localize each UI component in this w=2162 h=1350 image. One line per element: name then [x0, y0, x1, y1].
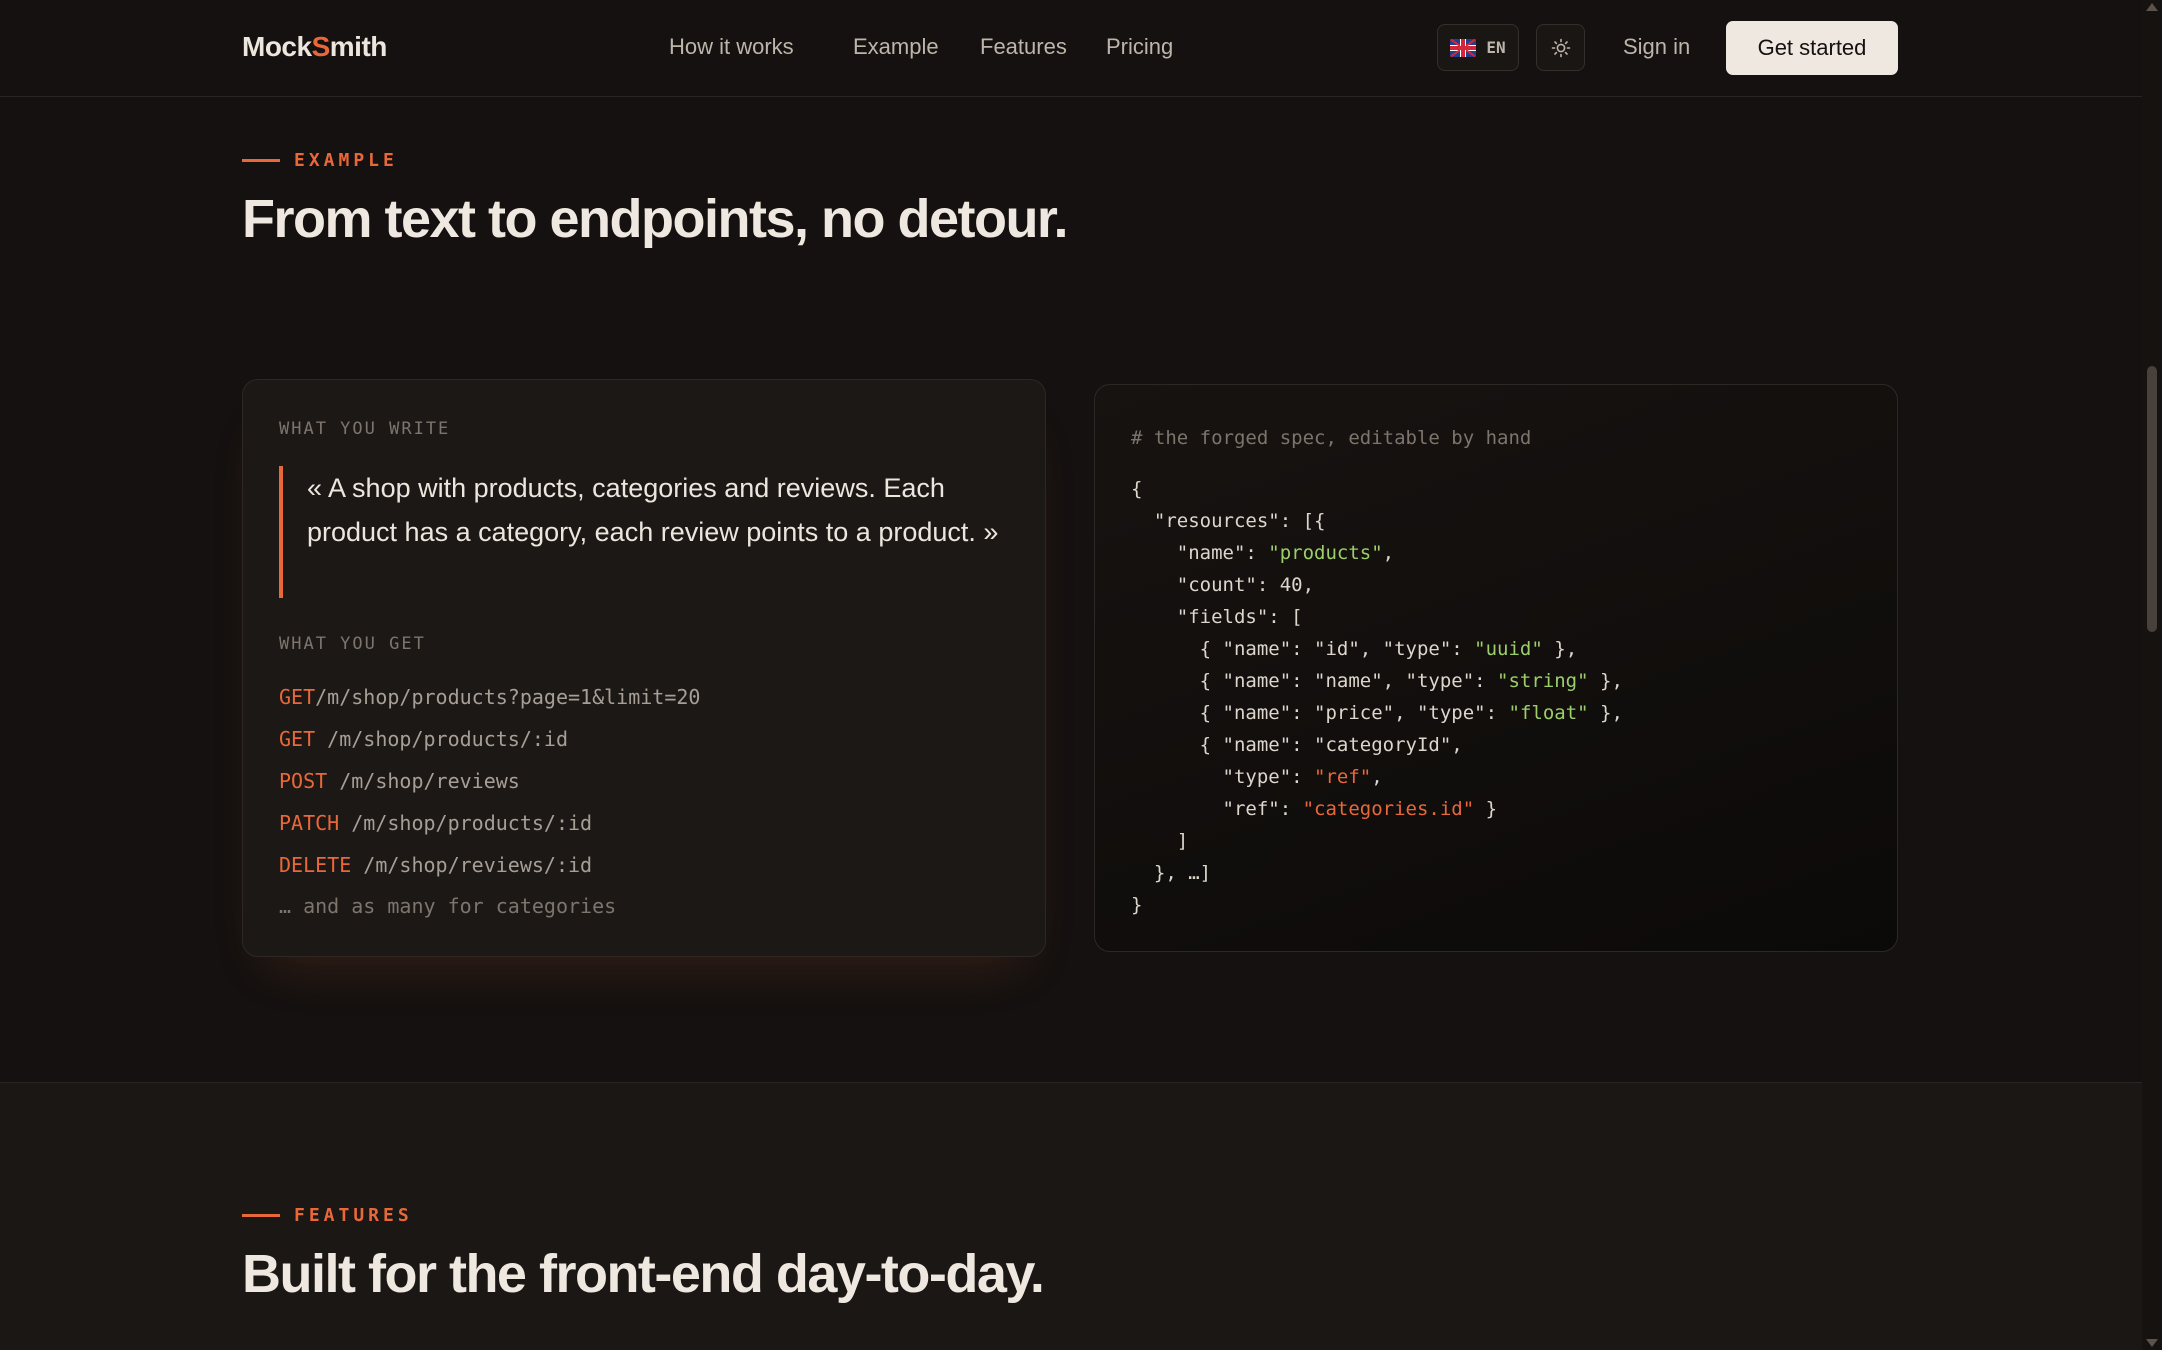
scroll-thumb[interactable]	[2147, 366, 2157, 632]
logo-prefix: Mock	[242, 31, 312, 62]
page-scrollbar[interactable]	[2142, 0, 2162, 1350]
endpoint-path: /m/shop/products?page=1&limit=20	[315, 685, 701, 709]
logo[interactable]: MockSmith	[242, 31, 387, 63]
code-line: }	[1131, 894, 1143, 916]
prompt-quote: « A shop with products, categories and r…	[279, 466, 1019, 598]
sun-icon	[1551, 38, 1570, 57]
endpoint-path: /m/shop/reviews	[327, 769, 520, 793]
input-output-card: WHAT YOU WRITE « A shop with products, c…	[242, 379, 1046, 957]
nav-link-example[interactable]: Example	[853, 34, 939, 60]
code-line: "name": "products",	[1131, 542, 1395, 564]
logo-suffix: mith	[329, 31, 388, 62]
code-line: { "name": "categoryId",	[1131, 734, 1463, 756]
spec-comment: # the forged spec, editable by hand	[1131, 427, 1532, 449]
code-line: ]	[1131, 830, 1189, 852]
eyebrow-line	[242, 1214, 280, 1217]
endpoint-path: /m/shop/products/:id	[315, 727, 568, 751]
language-button[interactable]: EN	[1437, 24, 1519, 71]
features-eyebrow-text: FEATURES	[294, 1205, 413, 1226]
theme-toggle-button[interactable]	[1536, 24, 1585, 71]
endpoint-method: GET	[279, 685, 316, 709]
code-line: "type": "ref",	[1131, 766, 1383, 788]
scroll-up-arrow-icon[interactable]	[2146, 3, 2158, 11]
example-eyebrow-text: EXAMPLE	[294, 150, 398, 171]
nav-link-how-it-works[interactable]: How it works	[669, 34, 794, 60]
endpoint-method: DELETE	[279, 853, 352, 877]
code-line: {	[1131, 478, 1143, 500]
get-started-button[interactable]: Get started	[1726, 21, 1898, 75]
nav-link-features[interactable]: Features	[980, 34, 1067, 60]
code-line: { "name": "id", "type": "uuid" },	[1131, 638, 1578, 660]
code-line: "resources": [{	[1131, 510, 1326, 532]
uk-flag-icon	[1450, 38, 1477, 57]
endpoints-more: … and as many for categories	[279, 894, 617, 918]
endpoint-row: POST /m/shop/reviews	[279, 769, 520, 793]
code-line: "ref": "categories.id" }	[1131, 798, 1498, 820]
code-line: { "name": "price", "type": "float" },	[1131, 702, 1623, 724]
endpoint-path: /m/shop/reviews/:id	[351, 853, 593, 877]
eyebrow-line	[242, 159, 280, 162]
features-heading: Built for the front-end day-to-day.	[242, 1244, 1045, 1304]
scroll-down-arrow-icon[interactable]	[2146, 1339, 2158, 1347]
code-line: "fields": [	[1131, 606, 1303, 628]
top-nav: MockSmith How it works Example Features …	[0, 0, 2142, 97]
endpoint-row: GET/m/shop/products?page=1&limit=20	[279, 685, 700, 709]
endpoint-row: GET /m/shop/products/:id	[279, 727, 568, 751]
get-label: WHAT YOU GET	[279, 634, 426, 654]
endpoint-row: PATCH /m/shop/products/:id	[279, 811, 592, 835]
spec-code: { "resources": [{ "name": "products", "c…	[1131, 473, 1623, 921]
endpoint-row: DELETE /m/shop/reviews/:id	[279, 853, 592, 877]
logo-accent: S	[311, 31, 331, 62]
nav-link-pricing[interactable]: Pricing	[1106, 34, 1173, 60]
sign-in-link[interactable]: Sign in	[1623, 34, 1690, 60]
code-line: { "name": "name", "type": "string" },	[1131, 670, 1623, 692]
spec-code-card: # the forged spec, editable by hand { "r…	[1094, 384, 1898, 952]
endpoint-method: GET	[279, 727, 316, 751]
code-line: "count": 40,	[1131, 574, 1315, 596]
example-heading: From text to endpoints, no detour.	[242, 189, 1068, 249]
endpoint-path: /m/shop/products/:id	[339, 811, 593, 835]
page: MockSmith How it works Example Features …	[0, 0, 2162, 1350]
endpoint-method: POST	[279, 769, 328, 793]
language-code: EN	[1486, 38, 1506, 57]
endpoint-method: PATCH	[279, 811, 340, 835]
write-label: WHAT YOU WRITE	[279, 419, 451, 439]
features-eyebrow: FEATURES	[242, 1205, 413, 1226]
example-eyebrow: EXAMPLE	[242, 150, 398, 171]
code-line: }, …]	[1131, 862, 1212, 884]
features-section: FEATURES Built for the front-end day-to-…	[0, 1082, 2142, 1350]
